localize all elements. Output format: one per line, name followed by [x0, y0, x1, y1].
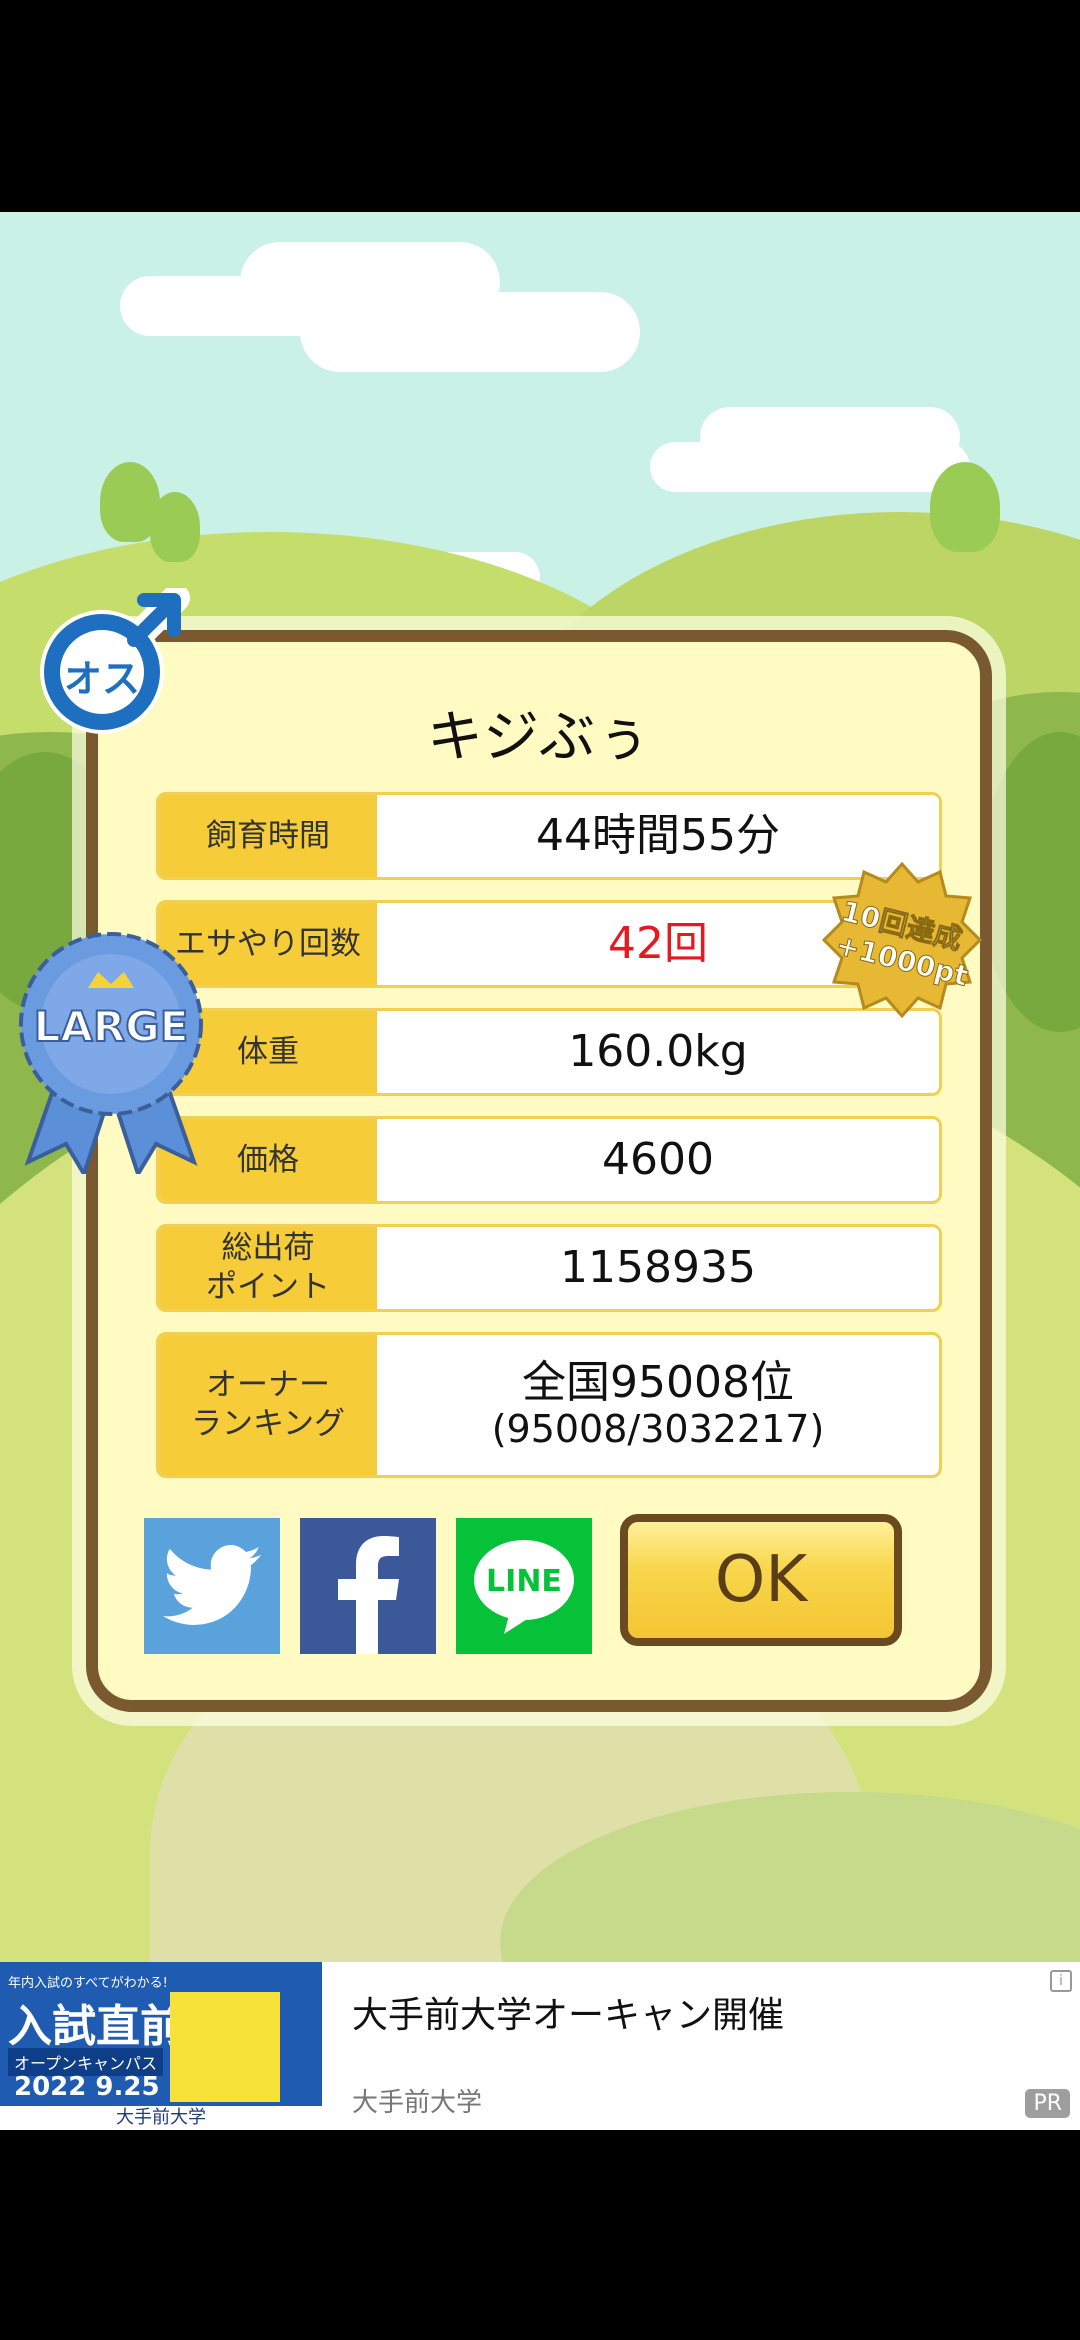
pr-badge: PR — [1025, 2089, 1070, 2118]
row-label: 総出荷 ポイント — [159, 1227, 377, 1309]
gender-label: オス — [63, 657, 140, 701]
male-gender-badge: オス — [36, 584, 192, 738]
row-value: 4600 — [602, 1133, 714, 1185]
ribbon-label: LARGE — [33, 1001, 190, 1052]
row-label: オーナー ランキング — [159, 1335, 377, 1475]
large-size-ribbon: LARGE — [18, 926, 204, 1179]
row-price: 価格 4600 — [156, 1116, 942, 1204]
pet-name: キジぶぅ — [427, 705, 651, 770]
line-label: LINE — [486, 1563, 562, 1599]
row-value: 160.0kg — [568, 1025, 748, 1077]
ad-image-footer: 大手前大学 — [0, 2106, 322, 2130]
facebook-icon — [338, 1536, 399, 1654]
row-value: 1158935 — [560, 1241, 756, 1293]
line-share-button[interactable]: LINE — [456, 1518, 592, 1654]
ad-image-headline: 入試直前 — [8, 2001, 184, 2052]
twitter-icon — [162, 1545, 262, 1625]
tree — [930, 462, 1000, 552]
ok-button[interactable]: OK — [620, 1514, 902, 1646]
ranking-value: 全国95008位 — [522, 1356, 794, 1408]
row-label: 飼育時間 — [159, 795, 377, 877]
tree — [150, 492, 200, 562]
ranking-detail: (95008/3032217) — [491, 1407, 825, 1452]
twitter-share-button[interactable] — [144, 1518, 280, 1654]
facebook-share-button[interactable] — [300, 1518, 436, 1654]
result-dialog: キジぶぅ 飼育時間 44時間55分 エサやり回数 42回 体重 160.0kg … — [86, 630, 992, 1712]
achievement-badge: 10回達成 +1000pt — [821, 861, 983, 1019]
ad-title[interactable]: 大手前大学オーキャン開催 — [352, 1986, 784, 2038]
ad-image-panel — [170, 1992, 280, 2102]
row-owner-ranking: オーナー ランキング 全国95008位 (95008/3032217) — [156, 1332, 942, 1478]
cloud — [700, 407, 960, 467]
ad-advertiser: 大手前大学 — [352, 2088, 483, 2118]
ad-banner[interactable]: 年内入試のすべてがわかる! 入試直前 オープンキャンパス 2022 9.25 大… — [0, 1962, 1080, 2130]
row-value: 全国95008位 (95008/3032217) — [377, 1335, 939, 1475]
ad-image-date: 2022 9.25 — [14, 2072, 160, 2102]
row-weight: 体重 160.0kg — [156, 1008, 942, 1096]
ad-image-top: 年内入試のすべてがわかる! — [8, 1976, 168, 1991]
ad-image[interactable]: 年内入試のすべてがわかる! 入試直前 オープンキャンパス 2022 9.25 大… — [0, 1962, 322, 2130]
cloud — [300, 292, 640, 372]
ad-info-icon[interactable]: i — [1050, 1970, 1072, 1992]
row-shipping-points: 総出荷 ポイント 1158935 — [156, 1224, 942, 1312]
